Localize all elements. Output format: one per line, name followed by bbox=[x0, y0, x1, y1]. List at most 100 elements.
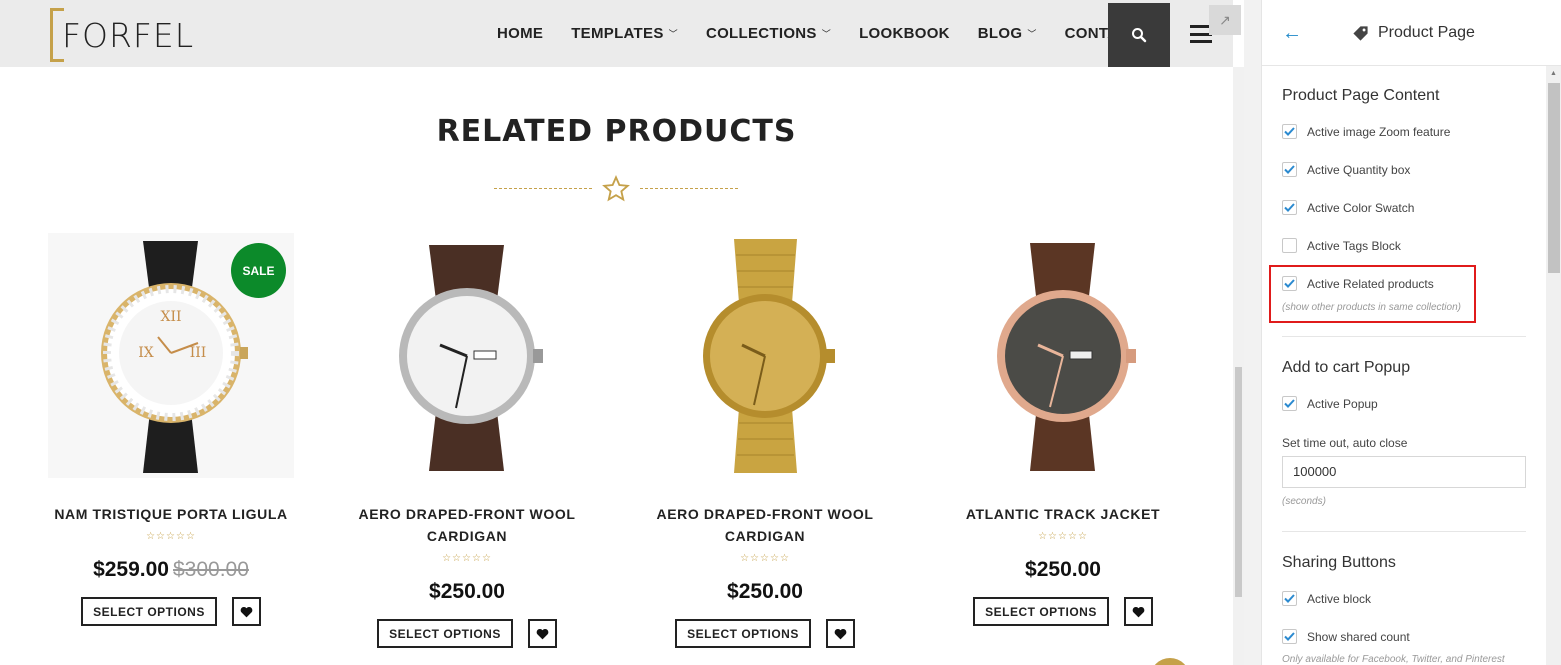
panel-scrollbar[interactable]: ▲ bbox=[1546, 66, 1561, 665]
svg-text:XII: XII bbox=[160, 309, 181, 325]
nav-item-collections[interactable]: COLLECTIONS ﹀ bbox=[706, 25, 831, 42]
option-label: Active Related products bbox=[1307, 276, 1434, 291]
nav-label: TEMPLATES bbox=[571, 25, 664, 42]
tag-icon bbox=[1353, 25, 1368, 41]
rating-stars: ☆☆☆☆☆ bbox=[442, 553, 492, 564]
current-price: $250.00 bbox=[429, 580, 505, 603]
search-icon bbox=[1132, 28, 1147, 43]
option-label: Active Quantity box bbox=[1307, 162, 1411, 177]
main-nav: HOME TEMPLATES ﹀ COLLECTIONS ﹀ LOOKBOOK BL… bbox=[497, 0, 1167, 67]
section-divider bbox=[1282, 336, 1526, 337]
product-actions: SELECT OPTIONS bbox=[642, 619, 888, 648]
option-label: Active block bbox=[1307, 591, 1372, 606]
nav-item-blog[interactable]: BLOG ﹀ bbox=[978, 25, 1037, 42]
product-name[interactable]: AERO DRAPED-FRONT WOOL CARDIGAN bbox=[344, 503, 590, 547]
checkbox[interactable] bbox=[1282, 276, 1297, 291]
nav-label: COLLECTIONS bbox=[705, 25, 817, 42]
checkmark-icon bbox=[1284, 127, 1295, 136]
wishlist-button[interactable] bbox=[826, 619, 855, 648]
nav-item-home[interactable]: HOME bbox=[497, 25, 543, 42]
related-products-note: (show other products in same collection) bbox=[1282, 302, 1461, 313]
section-title-sharing: Sharing Buttons bbox=[1282, 554, 1396, 571]
svg-text:IX: IX bbox=[138, 345, 154, 361]
product-actions: SELECT OPTIONS bbox=[940, 597, 1186, 626]
wishlist-button[interactable] bbox=[232, 597, 261, 626]
select-options-button[interactable]: SELECT OPTIONS bbox=[81, 597, 217, 626]
logo-text: FORFEL bbox=[62, 16, 195, 55]
nav-item-lookbook[interactable]: LOOKBOOK bbox=[859, 25, 950, 42]
option-active-block[interactable]: Active block bbox=[1282, 591, 1371, 606]
related-products-title: RELATED PRODUCTS bbox=[436, 114, 797, 149]
checkbox[interactable] bbox=[1282, 162, 1297, 177]
sale-badge: SALE bbox=[231, 243, 286, 298]
checkbox[interactable] bbox=[1282, 396, 1297, 411]
heart-icon bbox=[834, 628, 847, 639]
product-name-line: CARDIGAN bbox=[724, 528, 806, 544]
product-image[interactable] bbox=[642, 233, 888, 478]
price-row: $250.00 bbox=[642, 580, 888, 604]
option-related-products[interactable]: Active Related products bbox=[1282, 276, 1434, 291]
option-active-popup[interactable]: Active Popup bbox=[1282, 396, 1378, 411]
product-name-line: AERO DRAPED-FRONT WOOL bbox=[656, 506, 874, 522]
product-actions: SELECT OPTIONS bbox=[48, 597, 294, 626]
checkbox[interactable] bbox=[1282, 124, 1297, 139]
option-color-swatch[interactable]: Active Color Swatch bbox=[1282, 200, 1414, 215]
checkbox[interactable] bbox=[1282, 238, 1297, 253]
product-name[interactable]: AERO DRAPED-FRONT WOOL CARDIGAN bbox=[642, 503, 888, 547]
checkmark-icon bbox=[1284, 399, 1295, 408]
search-button[interactable] bbox=[1108, 3, 1170, 67]
checkmark-icon bbox=[1284, 203, 1295, 212]
current-price: $259.00 bbox=[93, 558, 169, 581]
option-image-zoom[interactable]: Active image Zoom feature bbox=[1282, 124, 1450, 139]
back-button[interactable]: ← bbox=[1282, 22, 1302, 45]
divider-line-right bbox=[640, 188, 738, 189]
nav-label: LOOKBOOK bbox=[859, 25, 950, 42]
timeout-label: Set time out, auto close bbox=[1282, 436, 1408, 450]
checkmark-icon bbox=[1284, 632, 1295, 641]
scroll-up-icon[interactable]: ▲ bbox=[1550, 70, 1557, 77]
watch-image bbox=[940, 233, 1186, 478]
option-label: Show shared count bbox=[1307, 629, 1410, 644]
section-title-product-content: Product Page Content bbox=[1282, 87, 1440, 104]
scrollbar-thumb[interactable] bbox=[1548, 83, 1560, 273]
product-name[interactable]: ATLANTIC TRACK JACKET bbox=[940, 503, 1186, 525]
product-image[interactable] bbox=[940, 233, 1186, 478]
expand-arrow-icon: ↗ bbox=[1219, 11, 1231, 28]
checkbox[interactable] bbox=[1282, 200, 1297, 215]
wishlist-button[interactable] bbox=[1124, 597, 1153, 626]
scrollbar-thumb[interactable] bbox=[1235, 367, 1242, 597]
product-actions: SELECT OPTIONS bbox=[344, 619, 590, 648]
product-image[interactable] bbox=[344, 233, 590, 478]
checkbox[interactable] bbox=[1282, 629, 1297, 644]
wishlist-button[interactable] bbox=[528, 619, 557, 648]
watch-image bbox=[642, 233, 888, 478]
option-label: Active image Zoom feature bbox=[1307, 124, 1451, 139]
select-options-button[interactable]: SELECT OPTIONS bbox=[675, 619, 811, 648]
panel-header: ← Product Page bbox=[1262, 0, 1561, 66]
chevron-down-icon: ﹀ bbox=[668, 29, 678, 39]
timeout-input[interactable]: 100000 bbox=[1282, 456, 1526, 488]
divider-line-left bbox=[494, 188, 592, 189]
select-options-button[interactable]: SELECT OPTIONS bbox=[377, 619, 513, 648]
option-quantity-box[interactable]: Active Quantity box bbox=[1282, 162, 1410, 177]
product-image[interactable]: XII IX III SALE bbox=[48, 233, 294, 478]
nav-item-templates[interactable]: TEMPLATES ﹀ bbox=[571, 25, 678, 42]
rating-stars: ☆☆☆☆☆ bbox=[1038, 531, 1088, 542]
checkbox[interactable] bbox=[1282, 591, 1297, 606]
nav-label: BLOG bbox=[977, 25, 1023, 42]
scroll-top-button[interactable] bbox=[1150, 658, 1190, 665]
store-header: FORFEL HOME TEMPLATES ﹀ COLLECTIONS ﹀ LOOK… bbox=[0, 0, 1233, 67]
preview-scrollbar[interactable] bbox=[1233, 67, 1244, 665]
expand-preview-button[interactable]: ↗ bbox=[1209, 5, 1241, 35]
highlight-box bbox=[1269, 265, 1476, 323]
hamburger-icon bbox=[1190, 40, 1212, 43]
select-options-button[interactable]: SELECT OPTIONS bbox=[973, 597, 1109, 626]
panel-separator bbox=[1244, 0, 1261, 665]
option-tags-block[interactable]: Active Tags Block bbox=[1282, 238, 1401, 253]
app-root: FORFEL HOME TEMPLATES ﹀ COLLECTIONS ﹀ LOOK… bbox=[0, 0, 1561, 665]
heart-icon bbox=[536, 628, 549, 639]
rating-stars: ☆☆☆☆☆ bbox=[740, 553, 790, 564]
option-shared-count[interactable]: Show shared count bbox=[1282, 629, 1410, 644]
product-name[interactable]: NAM TRISTIQUE PORTA LIGULA bbox=[48, 503, 294, 525]
back-arrow-icon: ← bbox=[1282, 22, 1302, 44]
